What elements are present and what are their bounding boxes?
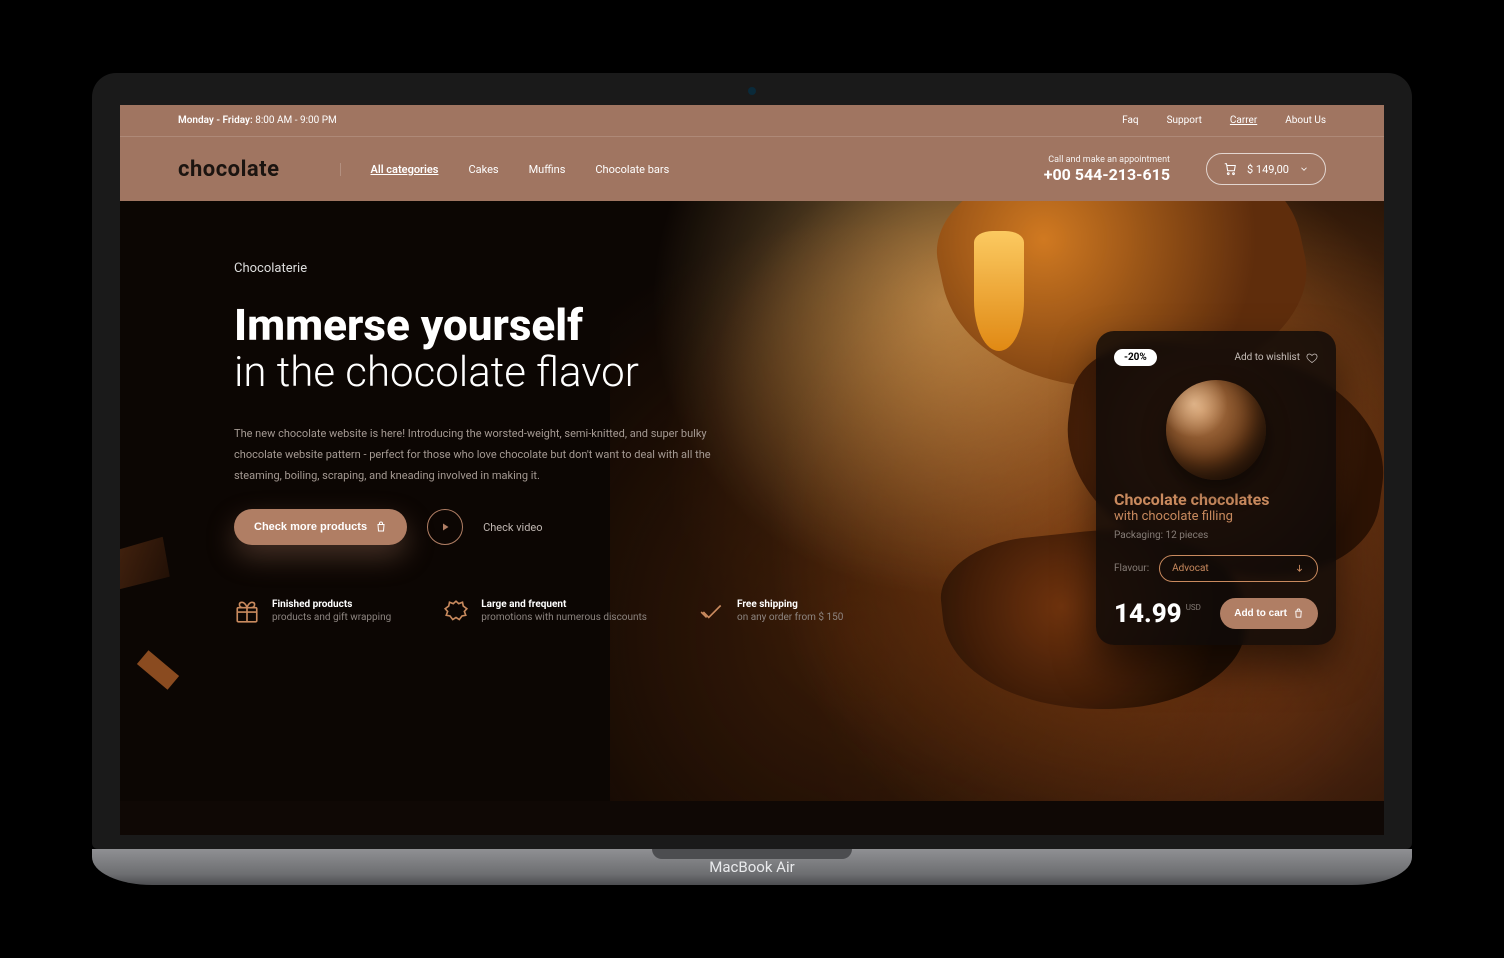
hero-content: Chocolaterie Immerse yourself in the cho… xyxy=(234,261,794,545)
feature-text: Finished products products and gift wrap… xyxy=(272,599,391,623)
cart-button[interactable]: $ 149,00 xyxy=(1206,153,1326,185)
feature-sub: products and gift wrapping xyxy=(272,612,391,623)
honey-drip xyxy=(974,231,1024,351)
product-card-header: -20% Add to wishlist xyxy=(1114,349,1318,366)
chevron-down-icon xyxy=(1299,164,1309,174)
product-card: -20% Add to wishlist Chocolate chocolate… xyxy=(1096,331,1336,645)
video-label[interactable]: Check video xyxy=(483,521,542,534)
headline: Immerse yourself in the chocolate flavor xyxy=(234,302,794,396)
nav-chocolate-bars[interactable]: Chocolate bars xyxy=(595,163,669,176)
flavour-select[interactable]: Advocat xyxy=(1159,555,1318,582)
eyebrow: Chocolaterie xyxy=(234,261,794,276)
phone-label: Call and make an appointment xyxy=(1044,155,1170,165)
top-link-support[interactable]: Support xyxy=(1167,115,1202,126)
play-video-button[interactable] xyxy=(427,509,463,545)
feature-title: Large and frequent xyxy=(481,599,647,610)
phone-number[interactable]: +00 544-213-615 xyxy=(1044,165,1170,184)
shipping-icon xyxy=(699,599,725,625)
device-model: MacBook Air xyxy=(709,858,794,876)
top-link-carrer[interactable]: Carrer xyxy=(1230,115,1257,126)
hours-value: 8:00 AM - 9:00 PM xyxy=(255,115,337,126)
hours-label: Monday - Friday: xyxy=(178,115,253,126)
hours: Monday - Friday: 8:00 AM - 9:00 PM xyxy=(178,115,337,126)
arrow-down-icon xyxy=(1294,563,1305,574)
laptop-base: MacBook Air xyxy=(92,849,1412,885)
product-footer: 14.99 USD Add to cart xyxy=(1114,598,1318,629)
product-image xyxy=(1166,380,1266,480)
feature-title: Finished products xyxy=(272,599,391,610)
headline-bold: Immerse yourself xyxy=(234,299,583,351)
feature-sub: on any order from $ 150 xyxy=(737,612,843,623)
topbar: Monday - Friday: 8:00 AM - 9:00 PM Faq S… xyxy=(120,105,1384,201)
chocolate-fragment xyxy=(137,650,179,690)
top-links: Faq Support Carrer About Us xyxy=(1122,115,1326,126)
add-to-cart-button[interactable]: Add to cart xyxy=(1220,598,1318,629)
hero: Chocolaterie Immerse yourself in the cho… xyxy=(120,201,1384,801)
nav-cakes[interactable]: Cakes xyxy=(468,163,498,176)
cart-total: $ 149,00 xyxy=(1247,163,1289,176)
packaging-label: Packaging: xyxy=(1114,530,1163,541)
brand-logo[interactable]: chocolate xyxy=(178,157,280,182)
chocolate-fragment xyxy=(120,529,179,601)
bag-icon xyxy=(1293,608,1304,619)
header-row: chocolate All categories Cakes Muffins C… xyxy=(120,137,1384,201)
badge-icon xyxy=(443,599,469,625)
feature-promotions: Large and frequent promotions with numer… xyxy=(443,599,647,625)
top-link-about[interactable]: About Us xyxy=(1285,115,1326,126)
nav-muffins[interactable]: Muffins xyxy=(529,163,566,176)
product-subtitle: with chocolate filling xyxy=(1114,509,1318,524)
cta-row: Check more products Check video xyxy=(234,509,794,545)
main-nav: All categories Cakes Muffins Chocolate b… xyxy=(340,163,670,176)
feature-sub: promotions with numerous discounts xyxy=(481,612,647,623)
gift-icon xyxy=(234,599,260,625)
add-to-wishlist-button[interactable]: Add to wishlist xyxy=(1234,352,1318,364)
screen: Monday - Friday: 8:00 AM - 9:00 PM Faq S… xyxy=(120,105,1384,835)
feature-finished: Finished products products and gift wrap… xyxy=(234,599,391,625)
add-to-cart-label: Add to cart xyxy=(1234,608,1287,619)
phone-block: Call and make an appointment +00 544-213… xyxy=(1044,155,1170,184)
packaging-value: 12 pieces xyxy=(1166,530,1209,541)
price: 14.99 USD xyxy=(1114,599,1201,629)
play-icon xyxy=(439,521,451,533)
heart-icon xyxy=(1306,352,1318,364)
product-packaging: Packaging: 12 pieces xyxy=(1114,530,1318,541)
nav-all-categories[interactable]: All categories xyxy=(371,163,439,176)
flavour-value: Advocat xyxy=(1172,563,1209,574)
screen-bezel: Monday - Friday: 8:00 AM - 9:00 PM Faq S… xyxy=(92,73,1412,849)
bag-icon xyxy=(375,521,387,533)
product-title: Chocolate chocolates xyxy=(1114,490,1318,509)
cta-primary-label: Check more products xyxy=(254,521,367,533)
feature-shipping: Free shipping on any order from $ 150 xyxy=(699,599,843,625)
feature-title: Free shipping xyxy=(737,599,843,610)
feature-text: Free shipping on any order from $ 150 xyxy=(737,599,843,623)
topbar-meta: Monday - Friday: 8:00 AM - 9:00 PM Faq S… xyxy=(120,105,1384,137)
laptop-frame: Monday - Friday: 8:00 AM - 9:00 PM Faq S… xyxy=(92,73,1412,885)
feature-text: Large and frequent promotions with numer… xyxy=(481,599,647,623)
cart-icon xyxy=(1223,162,1237,176)
laptop-notch xyxy=(652,849,852,859)
price-currency: USD xyxy=(1186,603,1201,612)
headline-light: in the chocolate flavor xyxy=(234,350,794,396)
price-value: 14.99 xyxy=(1114,599,1182,629)
flavour-label: Flavour: xyxy=(1114,563,1149,574)
top-link-faq[interactable]: Faq xyxy=(1122,115,1138,126)
wishlist-label: Add to wishlist xyxy=(1234,352,1300,363)
camera-dot xyxy=(748,87,756,95)
discount-badge: -20% xyxy=(1114,349,1157,366)
flavour-row: Flavour: Advocat xyxy=(1114,555,1318,582)
lead-text: The new chocolate website is here! Intro… xyxy=(234,424,734,487)
check-products-button[interactable]: Check more products xyxy=(234,509,407,545)
